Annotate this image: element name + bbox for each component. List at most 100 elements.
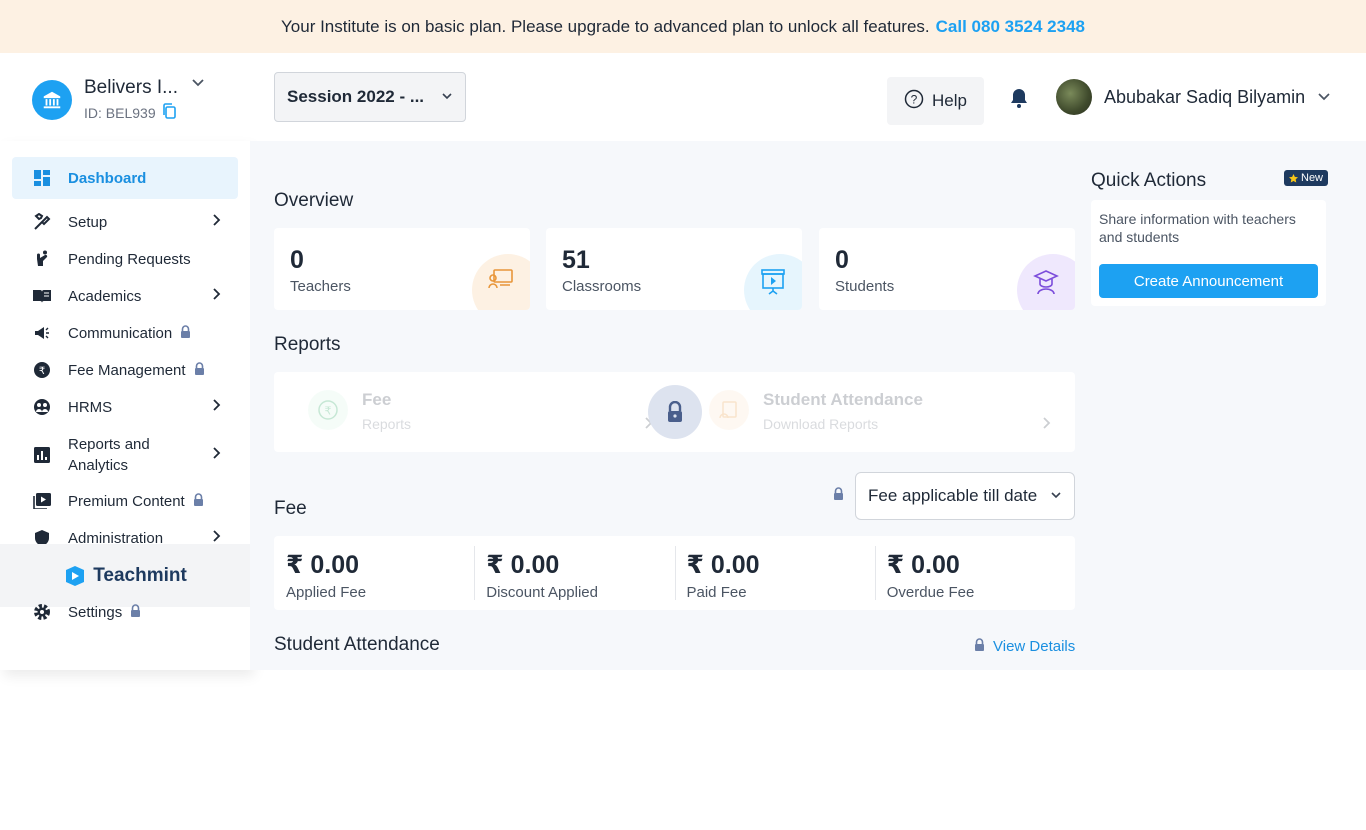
attendance-title: Student Attendance: [274, 634, 440, 655]
teacher-icon: [472, 254, 530, 310]
new-badge-label: New: [1301, 172, 1324, 184]
chevron-right-icon: [212, 287, 222, 305]
chevron-down-icon: [1317, 87, 1331, 108]
sidebar-item-academics[interactable]: Academics: [12, 285, 238, 307]
discount-label: Discount Applied: [486, 584, 598, 601]
sidebar-item-communication[interactable]: Communication: [12, 322, 238, 344]
sidebar-item-pending-requests[interactable]: Pending Requests: [12, 248, 238, 270]
avatar: [1056, 79, 1092, 115]
students-card[interactable]: 0 Students: [819, 228, 1075, 310]
session-select[interactable]: Session 2022 - ...: [274, 72, 466, 122]
svg-text:₹: ₹: [325, 405, 332, 418]
attendance-report[interactable]: Student Attendance Download Reports: [709, 390, 923, 432]
sidebar-item-setup[interactable]: Setup: [12, 211, 238, 233]
top-bar: Belivers I... ID: BEL939 Session 2022 - …: [0, 53, 1366, 141]
sidebar: Dashboard Setup Pending Requests Academi…: [0, 141, 250, 670]
brand-name: Teachmint: [93, 564, 187, 586]
svg-text:?: ?: [911, 92, 918, 106]
lock-icon: [180, 324, 191, 342]
rupee-icon: ₹: [32, 360, 52, 380]
upgrade-banner: Your Institute is on basic plan. Please …: [0, 0, 1366, 53]
view-details-link[interactable]: View Details: [974, 638, 1075, 655]
bell-icon[interactable]: [1009, 87, 1029, 114]
paid-fee-label: Paid Fee: [686, 584, 747, 601]
discount-applied: ₹ 0.00 Discount Applied: [474, 536, 674, 610]
play-icon: [32, 491, 52, 511]
chevron-right-icon: [212, 446, 222, 464]
lock-icon[interactable]: [648, 385, 702, 439]
main-content: Overview 0 Teachers 51 Classrooms 0 Stud…: [250, 141, 1366, 670]
gear-icon: [32, 602, 52, 622]
svg-text:₹: ₹: [39, 366, 45, 377]
fee-report-title: Fee: [362, 390, 392, 409]
overdue-fee: ₹ 0.00 Overdue Fee: [874, 536, 1075, 610]
applied-fee: ₹ 0.00 Applied Fee: [274, 536, 474, 610]
school-icon: [32, 79, 72, 120]
dashboard-icon: [32, 168, 52, 188]
quick-actions-title: Quick Actions: [1091, 170, 1207, 191]
sidebar-item-label: Reports and Analytics: [68, 436, 150, 474]
banner-text: Your Institute is on basic plan. Please …: [281, 16, 930, 36]
teachmint-logo: Teachmint: [0, 544, 250, 607]
attendance-report-title: Student Attendance: [763, 390, 923, 409]
fee-summary: ₹ 0.00 Applied Fee ₹ 0.00 Discount Appli…: [274, 536, 1075, 610]
applied-fee-value: ₹ 0.00: [286, 551, 359, 579]
classrooms-count: 51: [562, 246, 590, 274]
paid-fee: ₹ 0.00 Paid Fee: [674, 536, 875, 610]
attendance-report-sub: Download Reports: [763, 416, 879, 432]
institute-name: Belivers I...: [84, 77, 178, 98]
teachmint-logo-icon: [66, 565, 85, 586]
sidebar-item-settings[interactable]: Settings: [12, 601, 238, 623]
students-count: 0: [835, 246, 849, 274]
megaphone-icon: [32, 323, 52, 343]
lock-icon: [974, 638, 985, 655]
chart-icon: [32, 445, 52, 465]
fee-filter-select[interactable]: Fee applicable till date: [855, 472, 1075, 520]
overdue-fee-value: ₹ 0.00: [886, 551, 960, 579]
fee-filter-label: Fee applicable till date: [868, 486, 1038, 505]
reports-title: Reports: [274, 334, 341, 355]
chevron-down-icon: [1050, 486, 1062, 506]
sidebar-item-label: Communication: [68, 324, 173, 342]
chevron-right-icon: [1042, 416, 1052, 435]
book-icon: [32, 286, 52, 306]
sidebar-item-premium-content[interactable]: Premium Content: [12, 490, 238, 512]
teachers-card[interactable]: 0 Teachers: [274, 228, 530, 310]
reports-panel: ₹ Fee Reports Student Attendance Downloa…: [274, 372, 1075, 452]
user-menu[interactable]: Abubakar Sadiq Bilyamin: [1056, 79, 1331, 115]
sidebar-item-label: Setup: [68, 213, 108, 231]
help-button[interactable]: ? Help: [887, 77, 984, 125]
fee-title: Fee: [274, 498, 307, 519]
chevron-down-icon[interactable]: [190, 75, 206, 96]
teachers-count: 0: [290, 246, 304, 274]
people-icon: [32, 397, 52, 417]
quick-action-description: Share information with teachers and stud…: [1099, 211, 1296, 245]
rupee-icon: ₹: [308, 390, 348, 430]
paid-fee-value: ₹ 0.00: [686, 551, 760, 579]
call-link[interactable]: Call 080 3524 2348: [936, 17, 1085, 37]
sidebar-item-reports-analytics[interactable]: Reports and Analytics: [12, 433, 238, 477]
attendance-icon: [709, 390, 749, 430]
fee-report[interactable]: ₹ Fee Reports: [308, 390, 411, 432]
chevron-down-icon: [441, 87, 453, 107]
sidebar-item-label: Pending Requests: [68, 250, 191, 268]
sidebar-item-label: HRMS: [68, 398, 113, 416]
help-icon: ?: [904, 89, 924, 114]
sidebar-item-fee-management[interactable]: ₹ Fee Management: [12, 359, 238, 381]
lock-icon: [193, 492, 204, 510]
classrooms-card[interactable]: 51 Classrooms: [546, 228, 802, 310]
copy-icon[interactable]: [162, 103, 176, 122]
sidebar-item-label: Academics: [68, 287, 142, 305]
overview-title: Overview: [274, 190, 354, 211]
sidebar-item-hrms[interactable]: HRMS: [12, 396, 238, 418]
institute-switcher[interactable]: Belivers I... ID: BEL939: [32, 77, 178, 122]
new-badge: New: [1284, 170, 1329, 186]
create-announcement-button[interactable]: Create Announcement: [1099, 264, 1318, 298]
user-name: Abubakar Sadiq Bilyamin: [1104, 86, 1306, 107]
sidebar-item-label: Fee Management: [68, 361, 186, 379]
overdue-fee-label: Overdue Fee: [886, 584, 975, 601]
presentation-icon: [744, 254, 802, 310]
graduation-cap-icon: [1017, 254, 1075, 310]
sidebar-item-label: Premium Content: [68, 492, 185, 510]
sidebar-item-dashboard[interactable]: Dashboard: [12, 157, 238, 199]
